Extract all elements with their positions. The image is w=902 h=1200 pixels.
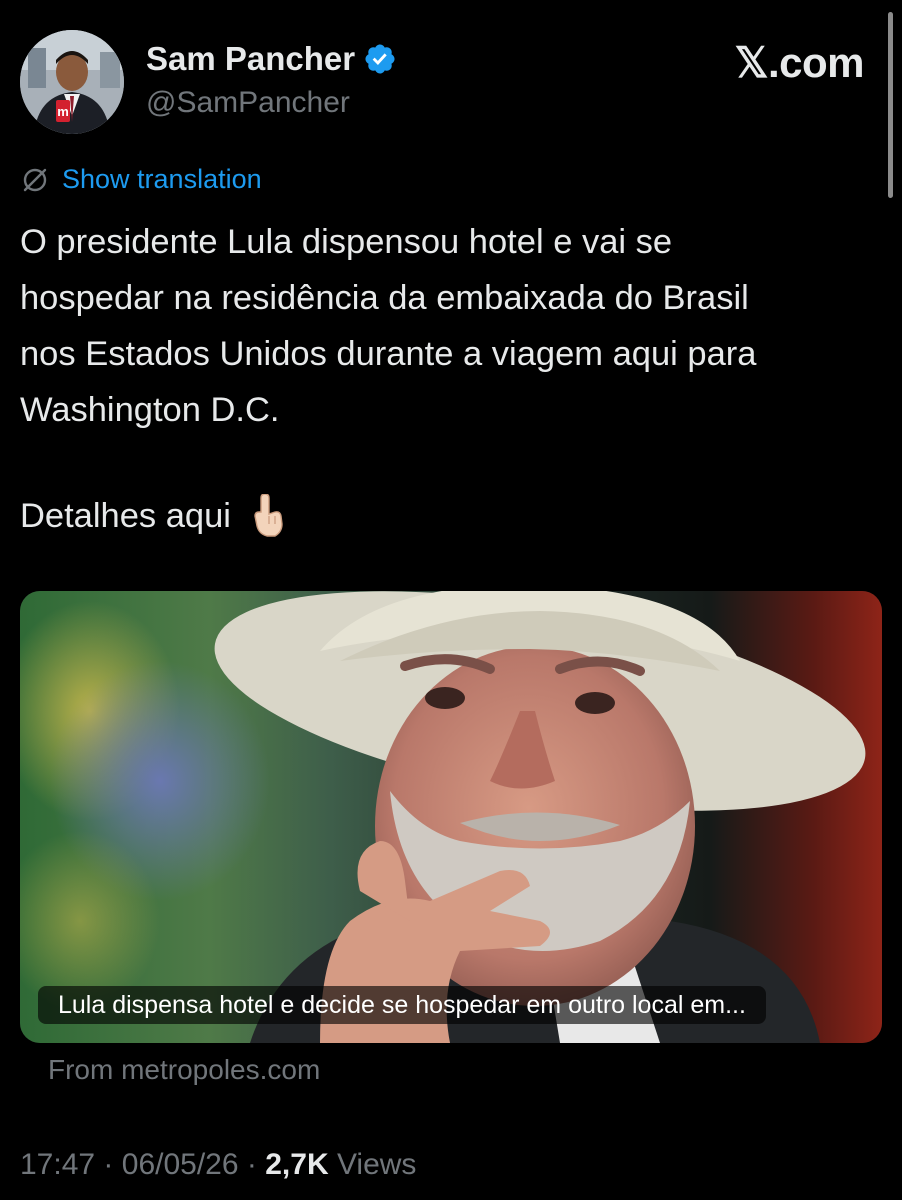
globe-slash-icon xyxy=(23,168,47,191)
scrollbar[interactable] xyxy=(888,12,893,198)
tweet-detail-line: Detalhes aqui xyxy=(20,488,287,544)
tweet-body: O presidente Lula dispensou hotel e vai … xyxy=(20,223,757,429)
avatar-photo: m xyxy=(20,30,124,134)
views-count[interactable]: 2,7K xyxy=(265,1148,328,1181)
avatar[interactable]: m xyxy=(20,30,124,134)
link-card-title[interactable]: Lula dispensa hotel e decide se hospedar… xyxy=(38,986,766,1024)
tweet-meta: 17:47 · 06/05/26 · 2,7K Views xyxy=(20,1148,416,1182)
meta-separator: · xyxy=(103,1148,114,1181)
views-label: Views xyxy=(336,1148,417,1181)
tweet-time[interactable]: 17:47 xyxy=(20,1148,95,1181)
brand-watermark: 𝕏.com xyxy=(734,39,865,86)
pointing-down-hand-icon xyxy=(254,494,283,537)
tweet-text: O presidente Lula dispensou hotel e vai … xyxy=(20,214,882,438)
tweet-detail-text: Detalhes aqui xyxy=(20,497,231,535)
show-translation-label[interactable]: Show translation xyxy=(62,164,262,195)
svg-text:m: m xyxy=(57,104,69,119)
show-translation-link[interactable]: Show translation xyxy=(20,164,262,195)
author-name[interactable]: Sam Pancher xyxy=(146,40,355,78)
meta-separator: · xyxy=(246,1148,257,1181)
link-card[interactable]: Lula dispensa hotel e decide se hospedar… xyxy=(20,591,882,1043)
author-handle[interactable]: @SamPancher xyxy=(146,86,350,120)
article-photo xyxy=(20,591,882,1043)
tweet-date[interactable]: 06/05/26 xyxy=(122,1148,239,1181)
link-card-source[interactable]: From metropoles.com xyxy=(48,1054,320,1086)
author-name-row[interactable]: Sam Pancher xyxy=(146,40,397,78)
verified-badge-icon xyxy=(365,44,395,74)
